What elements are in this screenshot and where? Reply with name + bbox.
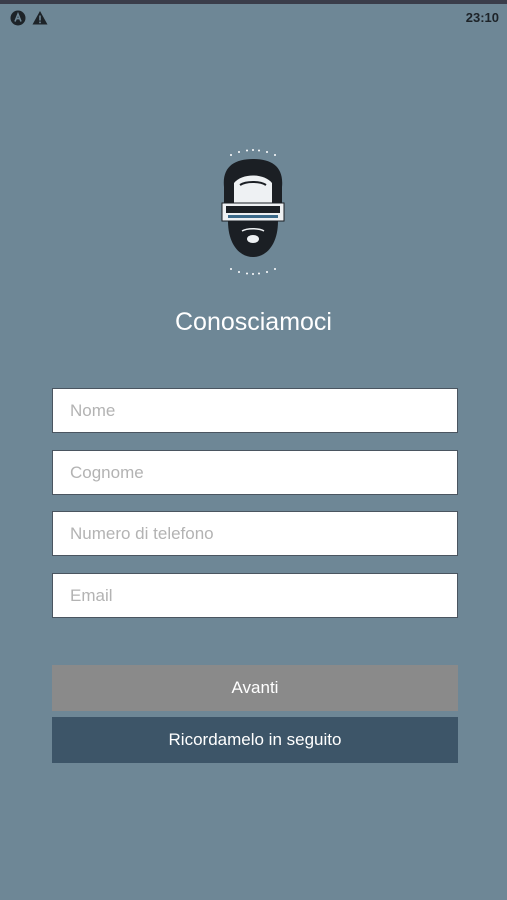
barbershop-logo [221, 149, 285, 275]
status-bar: 23:10 [0, 4, 507, 30]
phone-field[interactable] [52, 511, 458, 556]
page-title: Conosciamoci [174, 308, 332, 336]
status-time: 23:10 [465, 10, 499, 25]
next-button[interactable]: Avanti [52, 665, 458, 711]
warning-icon [32, 11, 48, 25]
remind-later-button[interactable]: Ricordamelo in seguito [52, 717, 458, 763]
last-name-field[interactable] [52, 450, 458, 495]
app-notification-icon [10, 10, 26, 26]
first-name-field[interactable] [52, 388, 458, 433]
email-field[interactable] [52, 573, 458, 618]
